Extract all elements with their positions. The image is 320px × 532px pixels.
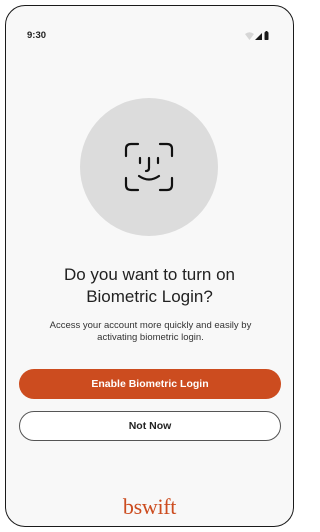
prompt-description-line-2: activating biometric login. xyxy=(97,332,204,343)
battery-icon xyxy=(264,32,269,40)
biometric-icon-circle xyxy=(80,98,218,236)
not-now-button[interactable]: Not Now xyxy=(19,411,281,441)
status-time: 9:30 xyxy=(27,30,47,41)
prompt-description-line-1: Access your account more quickly and eas… xyxy=(49,320,252,331)
phone-screen: 9:30 Do you want to turn on Biometric Lo… xyxy=(5,5,294,527)
prompt-heading-line-2: Biometric Login? xyxy=(86,287,213,306)
wifi-icon xyxy=(245,32,254,40)
enable-biometric-login-button[interactable]: Enable Biometric Login xyxy=(19,369,281,399)
status-bar: 9:30 xyxy=(6,6,293,56)
prompt-heading-line-1: Do you want to turn on xyxy=(63,265,236,284)
face-id-icon xyxy=(124,142,174,192)
prompt-heading: Do you want to turn on Biometric Login? xyxy=(6,264,293,308)
status-icons xyxy=(245,31,269,40)
bswift-logo: bswift xyxy=(122,494,177,519)
cellular-icon xyxy=(255,33,262,40)
prompt-description: Access your account more quickly and eas… xyxy=(28,320,273,344)
